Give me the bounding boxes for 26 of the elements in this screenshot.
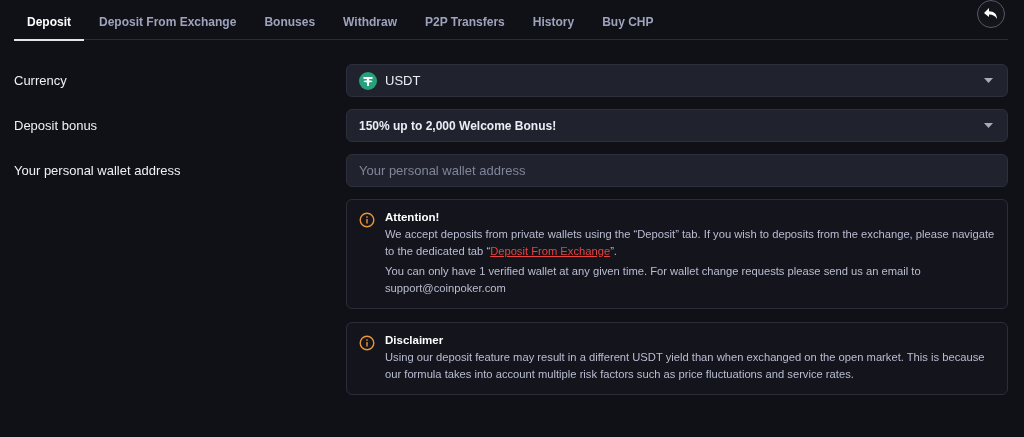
notice-text: Using our deposit feature may result in a different USDT yield than when exchanged on the open market. This is because our formula takes into account multiple risk factors such as price fluctuations and service rates. — [385, 350, 986, 382]
tab[interactable]: Bonuses — [251, 12, 329, 41]
caret-icon — [984, 78, 993, 83]
notice-title: Attention! — [385, 211, 441, 223]
caret-icon — [984, 123, 993, 128]
tab[interactable]: History — [519, 12, 588, 41]
notice-text: We accept deposits from private wallets using the “Deposit” tab. If you wish to deposits from the exchange, please navigate to the dedicated tab “Deposit From Exchange”. — [385, 227, 995, 259]
notice-title: Disclaimer — [385, 334, 445, 346]
dropdown[interactable]: USDT — [346, 64, 1008, 97]
tab[interactable]: Withdraw — [330, 12, 410, 41]
tab[interactable]: Buy CHP — [589, 12, 667, 41]
back-button[interactable] — [977, 0, 1005, 28]
wallet-address-field[interactable]: Your personal wallet address — [346, 154, 1008, 187]
deposit-from-exchange-link[interactable]: Deposit From Exchange — [490, 245, 611, 257]
field-label: Your personal wallet address — [14, 163, 182, 178]
tab[interactable]: P2P Transfers — [411, 12, 518, 41]
coin-icon — [359, 71, 377, 90]
dropdown[interactable]: 150% up to 2,000 Welcome Bonus! — [346, 109, 1008, 142]
field-label: Deposit bonus — [14, 118, 99, 133]
tab[interactable]: Deposit — [14, 12, 84, 41]
info-icon — [359, 335, 375, 351]
field-label: Currency — [14, 73, 68, 88]
info-icon — [359, 212, 375, 228]
back-arrow-icon — [983, 7, 999, 21]
notice-text: You can only have 1 verified wallet at any given time. For wallet change requests please send us an email to support@coinpoker.com — [385, 264, 922, 296]
tab[interactable]: Deposit From Exchange — [86, 12, 250, 41]
